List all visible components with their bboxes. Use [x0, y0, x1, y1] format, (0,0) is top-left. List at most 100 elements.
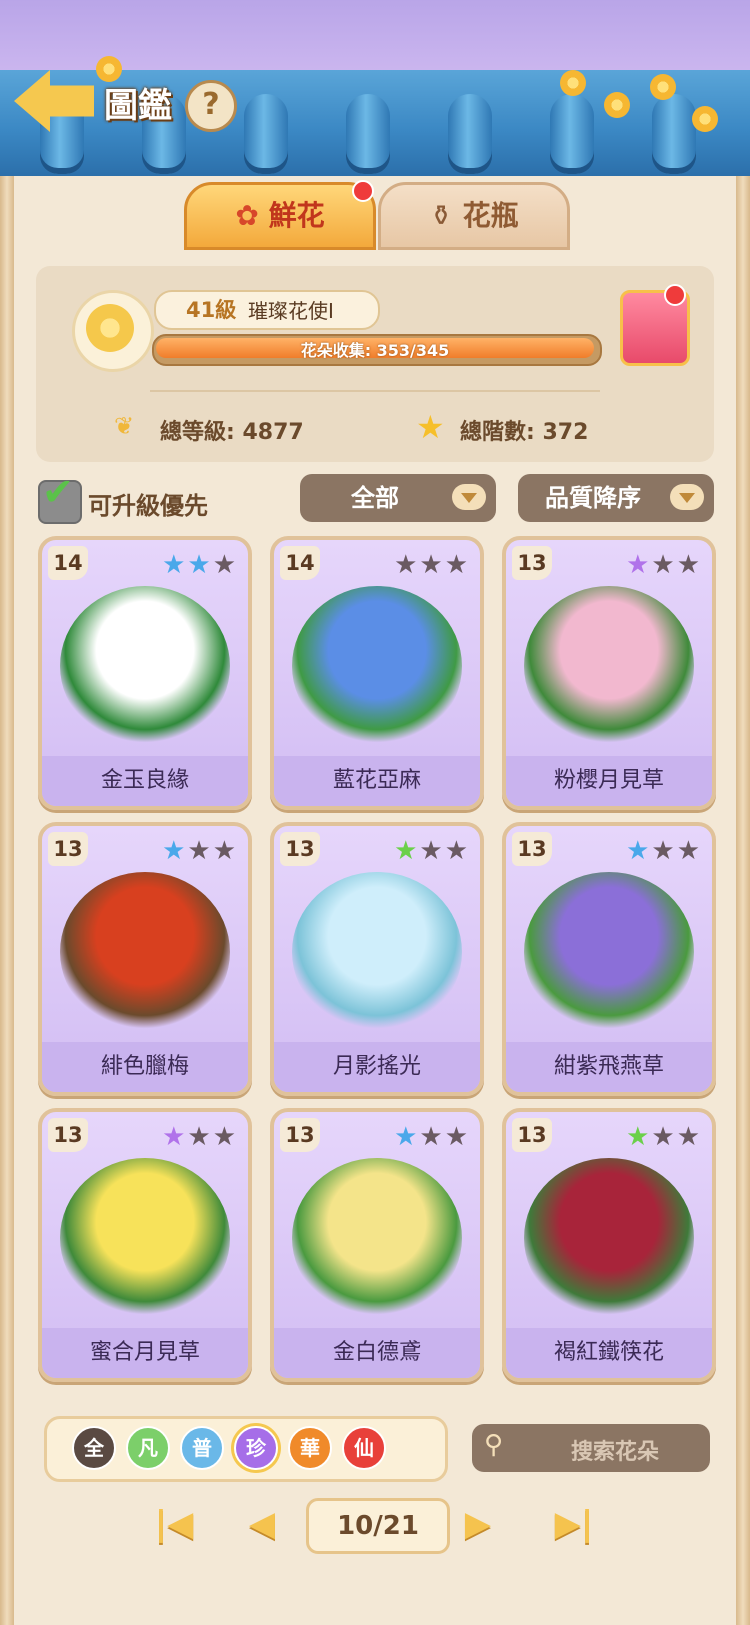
rarity-button[interactable]: 華 — [288, 1426, 332, 1470]
flower-card[interactable]: 13 ★★★ 褐紅鐵筷花 — [502, 1108, 716, 1382]
upgrade-first-label: 可升級優先 — [88, 492, 208, 520]
flower-card[interactable]: 13 ★★★ 紺紫飛燕草 — [502, 822, 716, 1096]
star-icon: ★ — [676, 836, 702, 866]
card-level: 13 — [280, 832, 320, 866]
star-rating: ★★★ — [394, 1122, 470, 1152]
flower-card[interactable]: 13 ★★★ 粉櫻月見草 — [502, 536, 716, 810]
star-rating: ★★★ — [162, 836, 238, 866]
star-icon: ★ — [162, 550, 188, 580]
roof-tile — [244, 94, 288, 174]
flower-name: 蜜合月見草 — [42, 1328, 248, 1378]
star-icon: ★ — [651, 1122, 677, 1152]
search-placeholder: 搜索花朵 — [570, 1440, 659, 1465]
blossom-decoration — [604, 92, 630, 118]
rarity-button[interactable]: 仙 — [342, 1426, 386, 1470]
tab-flowers[interactable]: ✿ 鮮花 — [184, 182, 376, 250]
star-rating: ★★★ — [162, 1122, 238, 1152]
flower-artwork — [524, 586, 694, 746]
prev-page-button[interactable]: ◀ — [234, 1498, 290, 1550]
rarity-button[interactable]: 凡 — [126, 1426, 170, 1470]
card-level: 13 — [512, 546, 552, 580]
total-rank: 總階數: 372 — [460, 420, 589, 445]
next-page-button[interactable]: ▶ — [450, 1498, 506, 1550]
flower-card[interactable]: 13 ★★★ 金白德鳶 — [270, 1108, 484, 1382]
chevron-down-icon — [452, 484, 486, 510]
star-rating: ★★★ — [394, 550, 470, 580]
star-rating: ★★★ — [626, 836, 702, 866]
rose-icon: ✿ — [235, 199, 259, 232]
flower-artwork — [292, 872, 462, 1032]
star-icon: ★ — [212, 1122, 238, 1152]
sort-dropdown[interactable]: 品質降序 — [518, 474, 714, 522]
star-icon: ★ — [212, 550, 238, 580]
flower-card[interactable]: 13 ★★★ 緋色臘梅 — [38, 822, 252, 1096]
star-rating: ★★★ — [626, 1122, 702, 1152]
card-level: 14 — [280, 546, 320, 580]
tab-label: 鮮花 — [268, 199, 325, 232]
player-title: 璀璨花使I — [248, 299, 334, 323]
star-icon: ★ — [651, 836, 677, 866]
star-icon: ★ — [626, 1122, 652, 1152]
star-icon: ★ — [419, 550, 445, 580]
flower-name: 褐紅鐵筷花 — [506, 1328, 712, 1378]
flower-name: 月影搖光 — [274, 1042, 480, 1092]
last-page-button[interactable]: ▶| — [546, 1498, 602, 1550]
roof-tile — [652, 94, 696, 174]
search-icon: ⚲ — [484, 1430, 504, 1460]
star-icon: ★ — [187, 836, 213, 866]
star-icon: ★ — [676, 550, 702, 580]
flower-name: 金玉良緣 — [42, 756, 248, 806]
star-icon: ★ — [187, 550, 213, 580]
star-icon: ★ — [626, 550, 652, 580]
star-icon: ★ — [394, 836, 420, 866]
flower-artwork — [292, 586, 462, 746]
roof-tile — [550, 94, 594, 174]
card-level: 13 — [48, 832, 88, 866]
rarity-button[interactable]: 全 — [72, 1426, 116, 1470]
rarity-button[interactable]: 珍 — [234, 1426, 278, 1470]
star-icon: ★ — [212, 836, 238, 866]
chevron-down-icon — [670, 484, 704, 510]
flower-artwork — [60, 872, 230, 1032]
card-level: 13 — [280, 1118, 320, 1152]
flower-card[interactable]: 14 ★★★ 藍花亞麻 — [270, 536, 484, 810]
dropdown-value: 全部 — [351, 484, 399, 512]
star-icon: ★ — [444, 836, 470, 866]
roof-tile — [346, 94, 390, 174]
first-page-button[interactable]: |◀ — [146, 1498, 202, 1550]
rarity-button[interactable]: 普 — [180, 1426, 224, 1470]
tab-vases[interactable]: ⚱ 花瓶 — [378, 182, 570, 250]
star-icon: ★ — [162, 836, 188, 866]
left-pillar — [0, 176, 14, 1625]
star-icon: ★ — [419, 1122, 445, 1152]
star-icon: ★ — [651, 550, 677, 580]
flower-card[interactable]: 13 ★★★ 月影搖光 — [270, 822, 484, 1096]
player-level: 41級 — [186, 298, 237, 322]
help-button[interactable]: ? — [185, 80, 237, 132]
flower-name: 緋色臘梅 — [42, 1042, 248, 1092]
card-level: 13 — [512, 832, 552, 866]
notification-dot — [664, 284, 686, 306]
flower-card[interactable]: 14 ★★★ 金玉良緣 — [38, 536, 252, 810]
star-rating: ★★★ — [626, 550, 702, 580]
star-icon: ★ — [187, 1122, 213, 1152]
flower-artwork — [524, 1158, 694, 1318]
star-icon: ★ — [444, 550, 470, 580]
divider — [150, 390, 600, 392]
right-pillar — [736, 176, 750, 1625]
dropdown-value: 品質降序 — [545, 484, 641, 512]
tab-label: 花瓶 — [462, 199, 519, 232]
flower-artwork — [292, 1158, 462, 1318]
flower-card[interactable]: 13 ★★★ 蜜合月見草 — [38, 1108, 252, 1382]
flower-artwork — [60, 586, 230, 746]
page-indicator: 10/21 — [306, 1498, 450, 1554]
flower-name: 紺紫飛燕草 — [506, 1042, 712, 1092]
flower-artwork — [524, 872, 694, 1032]
total-level: 總等級: 4877 — [160, 420, 304, 445]
star-icon: ★ — [394, 550, 420, 580]
blossom-decoration — [692, 106, 718, 132]
star-icon: ★ — [162, 1122, 188, 1152]
flower-artwork — [60, 1158, 230, 1318]
category-dropdown[interactable]: 全部 — [300, 474, 496, 522]
card-level: 13 — [48, 1118, 88, 1152]
